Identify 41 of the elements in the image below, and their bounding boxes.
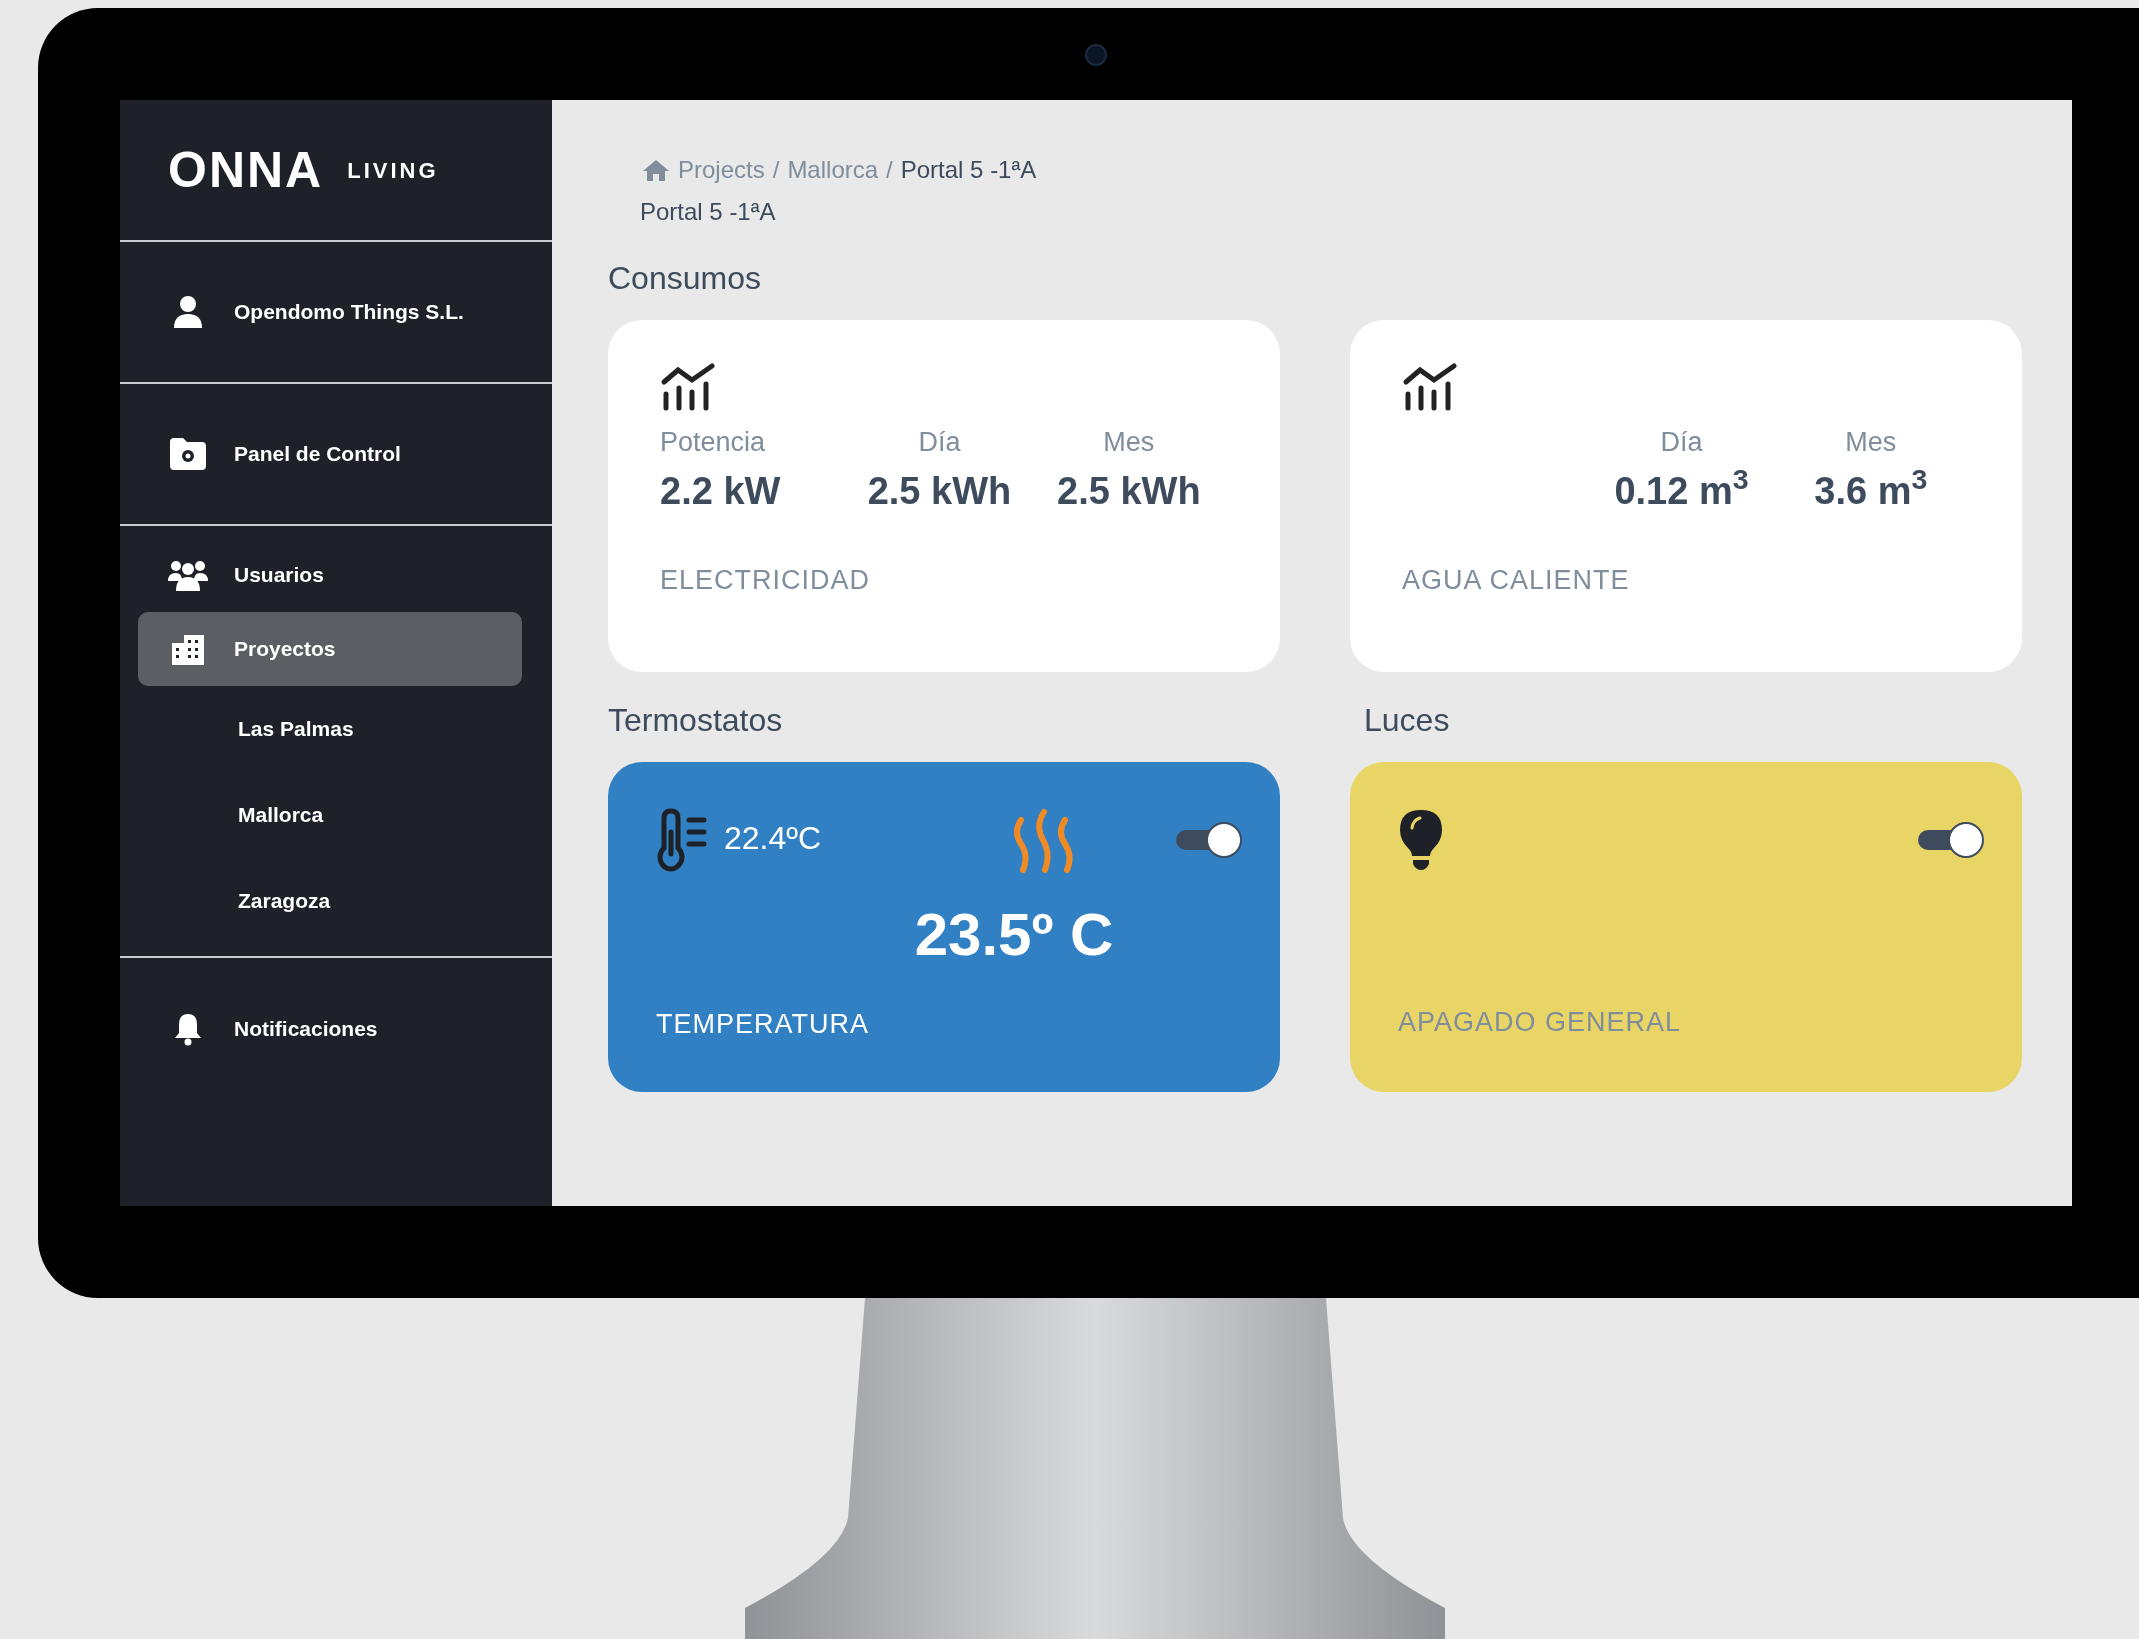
sidebar-subitem[interactable]: Zaragoza (138, 858, 522, 944)
metric-label: Día (1659, 426, 1704, 459)
logo-tagline: LIVING (347, 156, 439, 185)
metric-value: 0.12 m$^{3}$ (1613, 462, 1750, 514)
metric-value: 3.6 m$^{3}$ (1813, 462, 1929, 514)
toggle-switch[interactable] (1918, 822, 1984, 856)
section-title: Luces (1363, 701, 1451, 740)
camera-lens (1085, 44, 1107, 66)
lightbulb-icon (1398, 808, 1444, 872)
page-title: Portal 5 -1ªA (639, 197, 777, 227)
metric-value: 2.5 kWh (1056, 468, 1202, 514)
sidebar-item[interactable]: Notificaciones (138, 992, 522, 1066)
card-label: ELECTRICIDAD (660, 563, 872, 597)
metric-label: Día (917, 426, 962, 459)
sidebar-item[interactable]: Panel de Control (138, 417, 522, 491)
logo-text: ONNA (168, 145, 324, 195)
sidebar-subitem[interactable]: Las Palmas (138, 686, 522, 772)
home-icon[interactable] (642, 158, 670, 182)
sidebar-subitem[interactable]: Mallorca (138, 772, 522, 858)
chart-icon (1402, 362, 1458, 412)
metric-label: Mes (1844, 426, 1898, 459)
setpoint-temperature: 23.5º C (913, 900, 1115, 970)
metric-label: Potencia (660, 426, 767, 459)
breadcrumb-current: Portal 5 -1ªA (900, 155, 1037, 185)
breadcrumb-separator: / (886, 155, 893, 185)
sidebar-item[interactable]: Usuarios (138, 538, 522, 612)
folder-gear-icon (168, 436, 208, 472)
metric-label: Mes (1102, 426, 1156, 459)
breadcrumb-separator: / (772, 155, 780, 185)
sidebar-item[interactable]: Proyectos (138, 612, 522, 686)
current-temperature: 22.4ºC (724, 819, 822, 858)
section-title: Consumos (608, 259, 762, 298)
toggle-switch[interactable] (1176, 822, 1242, 856)
section-title: Termostatos (608, 701, 784, 740)
sidebar-item[interactable]: Opendomo Things S.L. (138, 275, 522, 349)
chart-icon (660, 362, 716, 412)
metric-value: 2.5 kWh (866, 468, 1013, 514)
card-label: AGUA CALIENTE (1402, 563, 1631, 597)
card-label: TEMPERATURA (656, 1008, 870, 1041)
card-label: APAGADO GENERAL (1398, 1006, 1683, 1039)
metric-value: 2.2 kW (660, 468, 782, 514)
